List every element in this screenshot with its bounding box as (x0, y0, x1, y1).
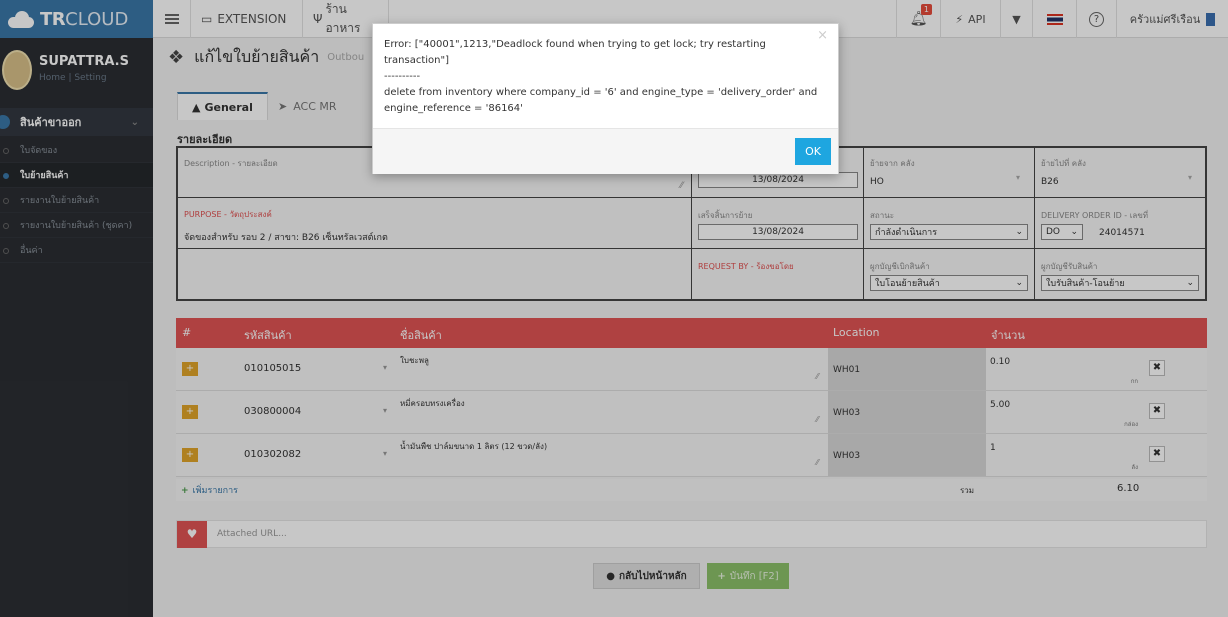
error-line: engine_reference = '86164' (384, 103, 523, 114)
error-dialog: × Error: ["40001",1213,"Deadlock found w… (372, 23, 839, 174)
error-line: delete from inventory where company_id =… (384, 87, 818, 98)
error-separator: ---------- (384, 71, 421, 82)
error-message: Error: ["40001",1213,"Deadlock found whe… (384, 37, 824, 117)
dialog-footer: OK (373, 128, 838, 174)
error-line: Error: ["40001",1213,"Deadlock found whe… (384, 39, 766, 50)
error-line: transaction"] (384, 55, 449, 66)
ok-button[interactable]: OK (795, 138, 831, 165)
